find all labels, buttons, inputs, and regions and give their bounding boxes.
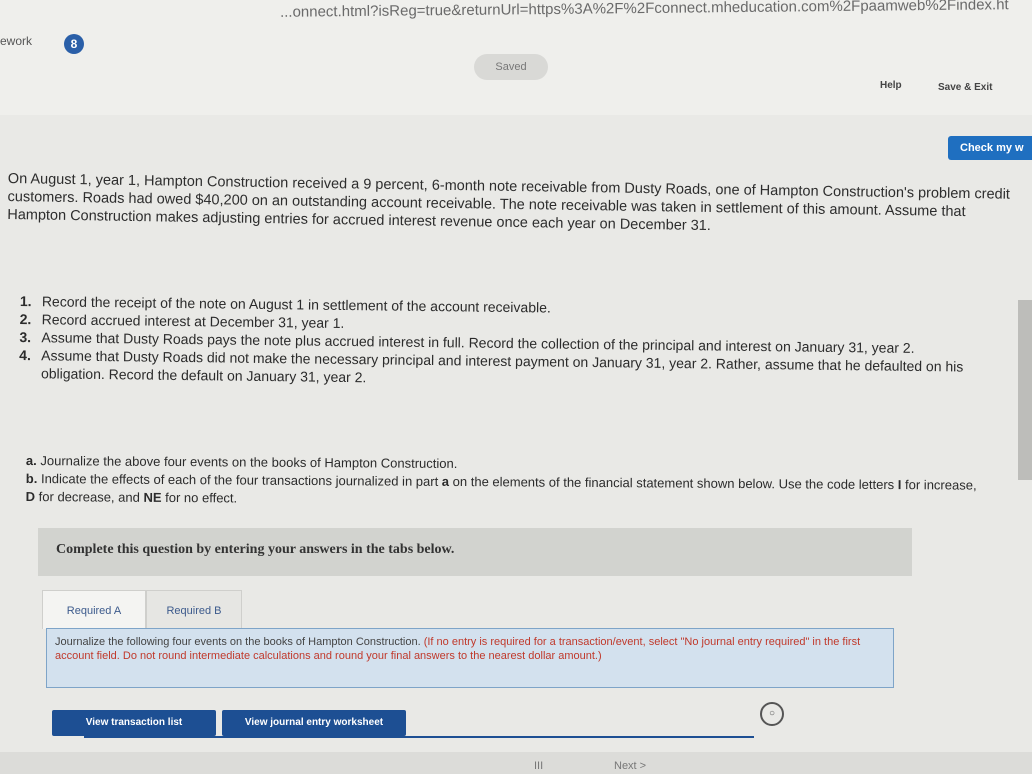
step-number: 3.: [19, 328, 32, 346]
required-parts: a. Journalize the above four events on t…: [26, 452, 986, 513]
step-number: 1.: [19, 292, 32, 310]
instructions-box: Journalize the following four events on …: [46, 628, 894, 688]
step-number: 4.: [19, 346, 32, 364]
bottom-nav: [0, 752, 1032, 774]
part-b-text-3: for increase,: [901, 477, 977, 493]
complete-banner: Complete this question by entering your …: [38, 528, 912, 576]
scrollbar[interactable]: [1018, 300, 1032, 480]
next-button[interactable]: Next >: [614, 760, 646, 772]
part-b: b. Indicate the effects of each of the f…: [26, 470, 986, 513]
instructions-text: Journalize the following four events on …: [55, 635, 885, 663]
url-text: ...onnect.html?isReg=true&returnUrl=http…: [279, 0, 1009, 21]
part-a-letter: a.: [25, 452, 37, 469]
info-circle-icon[interactable]: ○: [760, 702, 784, 726]
check-my-work-button[interactable]: Check my w: [948, 136, 1032, 160]
step-number: 2.: [19, 310, 32, 328]
problem-intro-text: On August 1, year 1, Hampton Constructio…: [7, 170, 1011, 235]
top-bar: ...onnect.html?isReg=true&returnUrl=http…: [0, 0, 1032, 115]
save-exit-link[interactable]: Save & Exit: [938, 82, 992, 93]
tab-required-a[interactable]: Required A: [42, 590, 146, 629]
code-ne: NE: [143, 489, 162, 505]
instructions-main: Journalize the following four events on …: [55, 636, 421, 648]
part-b-text-5: for no effect.: [161, 489, 238, 506]
problem-steps: 1. Record the receipt of the note on Augu…: [19, 292, 1010, 394]
part-b-text-4: for decrease, and: [35, 489, 144, 505]
view-transaction-list-button[interactable]: View transaction list: [52, 710, 216, 736]
problem-intro: On August 1, year 1, Hampton Constructio…: [7, 170, 1018, 240]
part-a-text: Journalize the above four events on the …: [40, 453, 458, 472]
part-b-text-2: on the elements of the financial stateme…: [449, 473, 898, 493]
help-link[interactable]: Help: [880, 80, 902, 91]
saved-status: Saved: [474, 54, 548, 80]
part-b-text-1: Indicate the effects of each of the four…: [40, 471, 442, 489]
tab-required-b[interactable]: Required B: [146, 590, 242, 630]
question-count-badge: 8: [64, 34, 84, 54]
assignment-tab-name[interactable]: ework: [0, 34, 32, 48]
part-b-letter: b.: [25, 470, 38, 487]
view-journal-worksheet-button[interactable]: View journal entry worksheet: [222, 710, 406, 736]
page-indicator[interactable]: III: [534, 760, 543, 772]
divider: [84, 736, 754, 738]
complete-banner-text: Complete this question by entering your …: [56, 542, 455, 557]
